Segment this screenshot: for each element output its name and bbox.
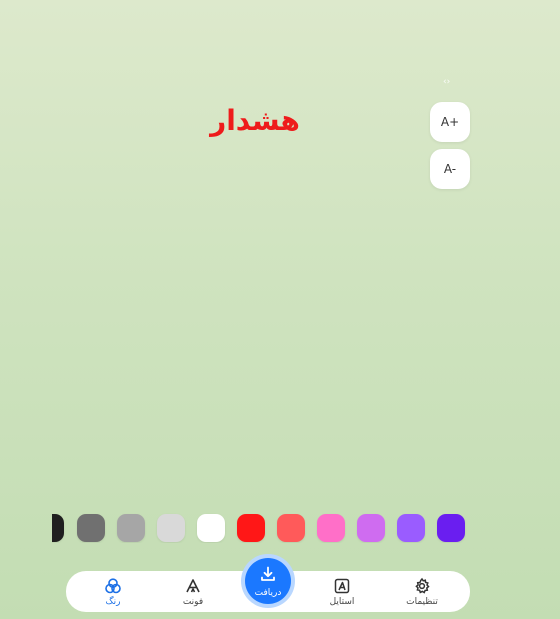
color-swatch[interactable] xyxy=(397,514,425,542)
gear-icon xyxy=(413,577,431,595)
color-swatch[interactable] xyxy=(77,514,105,542)
color-swatch[interactable] xyxy=(437,514,465,542)
color-swatch[interactable] xyxy=(277,514,305,542)
font-letter-icon xyxy=(184,577,202,595)
color-palette xyxy=(52,513,472,543)
color-swatch[interactable] xyxy=(117,514,145,542)
download-label: دریافت xyxy=(254,587,282,598)
nav-color[interactable]: رنگ xyxy=(78,571,148,612)
color-swatch[interactable] xyxy=(317,514,345,542)
nav-settings-label: تنظیمات xyxy=(406,596,438,607)
download-button[interactable]: دریافت xyxy=(245,558,291,604)
style-frame-icon xyxy=(333,577,351,595)
nav-settings[interactable]: تنظیمات xyxy=(387,571,457,612)
nav-font[interactable]: فونت xyxy=(158,571,228,612)
nav-style[interactable]: استایل xyxy=(307,571,377,612)
color-swatch[interactable] xyxy=(237,514,265,542)
color-circles-icon xyxy=(104,577,122,595)
nav-color-label: رنگ xyxy=(105,596,121,607)
nav-style-label: استایل xyxy=(329,596,355,607)
drag-handle-icon: ‹› xyxy=(443,77,451,87)
color-swatch[interactable] xyxy=(197,514,225,542)
color-swatch[interactable] xyxy=(157,514,185,542)
preview-text[interactable]: هشدار xyxy=(200,104,310,137)
decrease-font-size-button[interactable]: A- xyxy=(430,149,470,189)
download-icon xyxy=(259,565,277,587)
nav-font-label: فونت xyxy=(182,596,204,607)
color-swatch[interactable] xyxy=(52,514,64,542)
color-swatch[interactable] xyxy=(357,514,385,542)
increase-font-size-button[interactable]: A+ xyxy=(430,102,470,142)
